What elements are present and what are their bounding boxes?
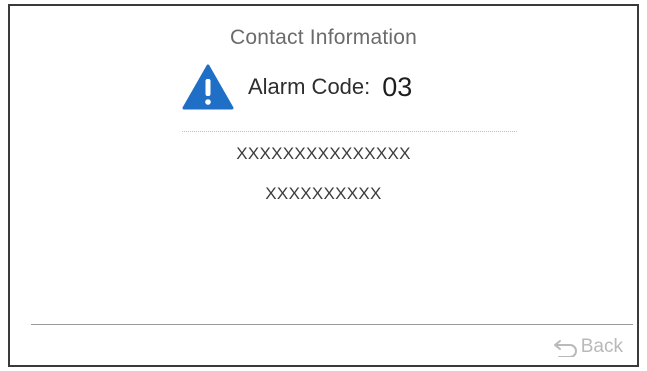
alarm-code-row: Alarm Code: 03: [182, 64, 412, 110]
contact-line-2: XXXXXXXXXX: [265, 184, 382, 203]
contact-line-1: XXXXXXXXXXXXXXX: [236, 144, 411, 163]
alarm-code-label: Alarm Code:: [248, 74, 371, 99]
footer-divider: [31, 324, 633, 325]
page-title: Contact Information: [229, 26, 418, 49]
alarm-code-value: 03: [382, 71, 413, 102]
warning-icon: [182, 64, 234, 110]
return-arrow-icon: [553, 340, 577, 357]
divider: [182, 131, 517, 132]
contact-info-screen: Contact Information Alarm Code: 03 XXXXX…: [8, 4, 639, 367]
back-button[interactable]: Back: [553, 336, 623, 358]
back-label: Back: [580, 336, 623, 357]
